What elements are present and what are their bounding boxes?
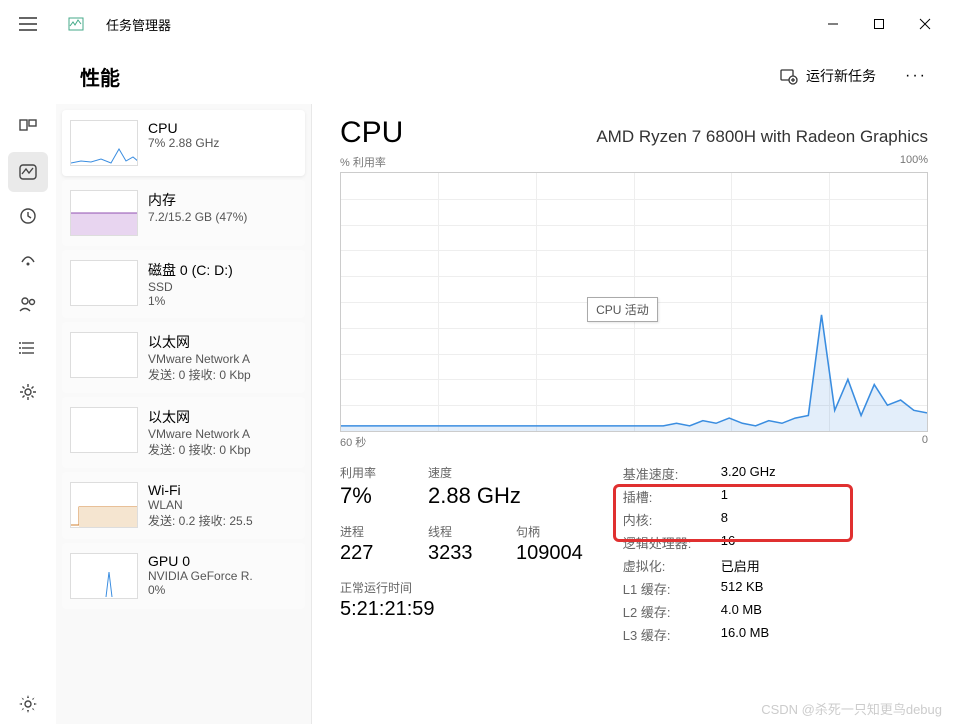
nav-users[interactable] (8, 284, 48, 324)
nav-rail (0, 104, 56, 724)
sidebar-item-label: CPU (148, 120, 297, 136)
sidebar-item-disk[interactable]: 磁盘 0 (C: D:)SSD1% (62, 250, 305, 318)
sidebar-item-label: 以太网 (148, 407, 297, 427)
nav-services[interactable] (8, 372, 48, 412)
cpu-heading: CPU (340, 116, 403, 150)
stat-value-processes: 227 (340, 542, 400, 565)
hamburger-menu-button[interactable] (8, 4, 48, 44)
stat-label: 速度 (428, 464, 521, 481)
titlebar: 任务管理器 (0, 0, 956, 48)
window-controls (810, 8, 948, 40)
close-button[interactable] (902, 8, 948, 40)
stat-label: 进程 (340, 523, 400, 540)
watermark: CSDN @杀死一只知更鸟debug (761, 699, 942, 718)
minimize-button[interactable] (810, 8, 856, 40)
nav-performance[interactable] (8, 152, 48, 192)
stat-value-speed: 2.88 GHz (428, 483, 521, 509)
chart-label-tl: % 利用率 (340, 154, 386, 170)
sidebar-item-label: Wi-Fi (148, 482, 297, 498)
stat-label: 利用率 (340, 464, 400, 481)
chart-label-tr: 100% (900, 154, 928, 170)
nav-details[interactable] (8, 328, 48, 368)
eth-thumb (70, 332, 138, 378)
more-button[interactable]: ··· (896, 60, 936, 92)
memory-thumb (70, 190, 138, 236)
sidebar-item-label: 内存 (148, 190, 297, 210)
chart-label-br: 0 (922, 434, 928, 450)
app-icon (68, 16, 84, 32)
sidebar-item-cpu[interactable]: CPU7% 2.88 GHz (62, 110, 305, 176)
run-task-label: 运行新任务 (806, 66, 876, 86)
nav-settings[interactable] (8, 684, 48, 724)
uptime-label: 正常运行时间 (340, 579, 435, 596)
nav-startup[interactable] (8, 240, 48, 280)
stat-label: 句柄 (516, 523, 583, 540)
sidebar-item-label: 以太网 (148, 332, 297, 352)
cpu-model-name: AMD Ryzen 7 6800H with Radeon Graphics (596, 127, 928, 147)
content-panel: CPU AMD Ryzen 7 6800H with Radeon Graphi… (312, 104, 956, 724)
hamburger-icon (19, 17, 37, 31)
performance-sidebar[interactable]: CPU7% 2.88 GHz 内存7.2/15.2 GB (47%) 磁盘 0 … (56, 104, 312, 724)
chart-tooltip: CPU 活动 (587, 297, 658, 322)
sidebar-item-label: GPU 0 (148, 553, 297, 569)
cpu-utilization-chart[interactable]: CPU 活动 (340, 172, 928, 432)
stat-value-utilization: 7% (340, 483, 400, 509)
sidebar-item-label: 磁盘 0 (C: D:) (148, 260, 297, 280)
sidebar-item-ethernet-2[interactable]: 以太网VMware Network A发送: 0 接收: 0 Kbp (62, 397, 305, 468)
eth-thumb (70, 407, 138, 453)
sidebar-item-wifi[interactable]: Wi-FiWLAN发送: 0.2 接收: 25.5 (62, 472, 305, 539)
page-header: 性能 运行新任务 ··· (0, 48, 956, 104)
page-title: 性能 (80, 62, 120, 91)
app-title: 任务管理器 (106, 15, 171, 34)
stat-value-threads: 3233 (428, 542, 488, 565)
sidebar-item-gpu[interactable]: GPU 0NVIDIA GeForce R.0% (62, 543, 305, 609)
cpu-details-list: 基准速度:3.20 GHz 插槽:1 内核:8 逻辑处理器:16 虚拟化:已启用… (623, 464, 776, 644)
run-task-icon (780, 67, 798, 85)
disk-thumb (70, 260, 138, 306)
stat-label: 线程 (428, 523, 488, 540)
sidebar-item-ethernet-1[interactable]: 以太网VMware Network A发送: 0 接收: 0 Kbp (62, 322, 305, 393)
maximize-button[interactable] (856, 8, 902, 40)
cpu-thumb (70, 120, 138, 166)
uptime-value: 5:21:21:59 (340, 598, 435, 621)
sidebar-item-memory[interactable]: 内存7.2/15.2 GB (47%) (62, 180, 305, 246)
run-new-task-button[interactable]: 运行新任务 (768, 60, 888, 92)
chart-label-bl: 60 秒 (340, 434, 366, 450)
wifi-thumb (70, 482, 138, 528)
nav-processes[interactable] (8, 108, 48, 148)
stat-value-handles: 109004 (516, 542, 583, 565)
nav-app-history[interactable] (8, 196, 48, 236)
gpu-thumb (70, 553, 138, 599)
